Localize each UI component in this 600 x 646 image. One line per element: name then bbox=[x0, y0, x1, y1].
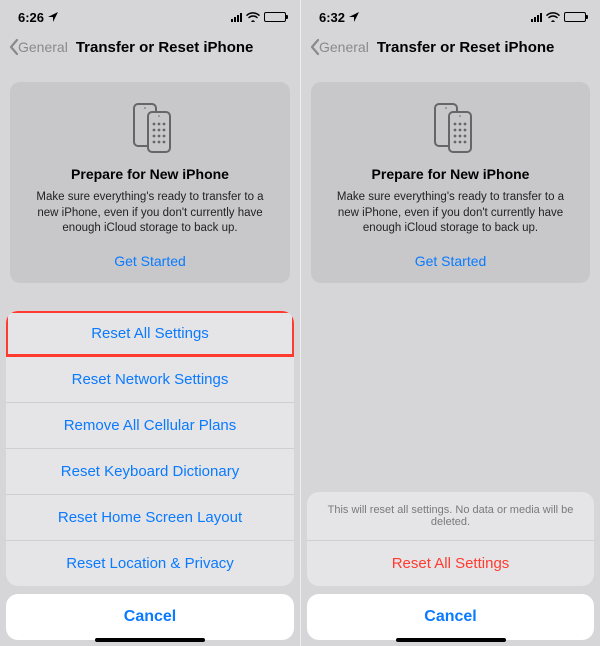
status-bar: 6:32 bbox=[301, 0, 600, 34]
get-started-button[interactable]: Get Started bbox=[325, 253, 576, 269]
prepare-card: Prepare for New iPhone Make sure everyth… bbox=[10, 82, 290, 283]
get-started-button[interactable]: Get Started bbox=[24, 253, 276, 269]
card-heading: Prepare for New iPhone bbox=[24, 166, 276, 182]
devices-icon bbox=[421, 100, 481, 154]
location-icon bbox=[349, 10, 359, 25]
wifi-icon bbox=[246, 10, 260, 25]
screen-left: 6:26 General Transfer or Reset iPhone bbox=[0, 0, 300, 646]
reset-location-privacy-button[interactable]: Reset Location & Privacy bbox=[6, 540, 294, 586]
nav-bar: General Transfer or Reset iPhone bbox=[0, 34, 300, 66]
cancel-button[interactable]: Cancel bbox=[6, 594, 294, 640]
page-title: Transfer or Reset iPhone bbox=[377, 39, 555, 56]
card-heading: Prepare for New iPhone bbox=[325, 166, 576, 182]
back-label: General bbox=[319, 39, 369, 55]
reset-all-settings-button[interactable]: Reset All Settings bbox=[6, 311, 294, 356]
battery-icon bbox=[564, 12, 586, 22]
nav-bar: General Transfer or Reset iPhone bbox=[301, 34, 600, 66]
home-indicator[interactable] bbox=[396, 638, 506, 642]
cancel-button[interactable]: Cancel bbox=[307, 594, 594, 640]
reset-home-screen-layout-button[interactable]: Reset Home Screen Layout bbox=[6, 494, 294, 540]
confirm-menu: This will reset all settings. No data or… bbox=[307, 492, 594, 586]
reset-action-sheet: Reset All Settings Reset Network Setting… bbox=[6, 311, 294, 640]
confirm-action-sheet: This will reset all settings. No data or… bbox=[307, 492, 594, 640]
reset-network-settings-button[interactable]: Reset Network Settings bbox=[6, 356, 294, 402]
wifi-icon bbox=[546, 10, 560, 25]
reset-keyboard-dictionary-button[interactable]: Reset Keyboard Dictionary bbox=[6, 448, 294, 494]
back-button[interactable]: General bbox=[309, 38, 369, 56]
reset-menu: Reset All Settings Reset Network Setting… bbox=[6, 311, 294, 586]
status-bar: 6:26 bbox=[0, 0, 300, 34]
confirm-info-text: This will reset all settings. No data or… bbox=[307, 492, 594, 540]
back-button[interactable]: General bbox=[8, 38, 68, 56]
devices-icon bbox=[120, 100, 180, 154]
cellular-signal-icon bbox=[531, 12, 542, 22]
page-title: Transfer or Reset iPhone bbox=[76, 39, 254, 56]
cellular-signal-icon bbox=[231, 12, 242, 22]
prepare-card: Prepare for New iPhone Make sure everyth… bbox=[311, 82, 590, 283]
battery-icon bbox=[264, 12, 286, 22]
home-indicator[interactable] bbox=[95, 638, 205, 642]
card-body: Make sure everything's ready to transfer… bbox=[329, 190, 572, 237]
status-time: 6:26 bbox=[18, 10, 44, 25]
card-body: Make sure everything's ready to transfer… bbox=[28, 190, 272, 237]
back-label: General bbox=[18, 39, 68, 55]
screen-right: 6:32 General Transfer or Reset iPhone bbox=[300, 0, 600, 646]
location-icon bbox=[48, 10, 58, 25]
confirm-reset-all-settings-button[interactable]: Reset All Settings bbox=[307, 540, 594, 586]
status-time: 6:32 bbox=[319, 10, 345, 25]
remove-cellular-plans-button[interactable]: Remove All Cellular Plans bbox=[6, 402, 294, 448]
